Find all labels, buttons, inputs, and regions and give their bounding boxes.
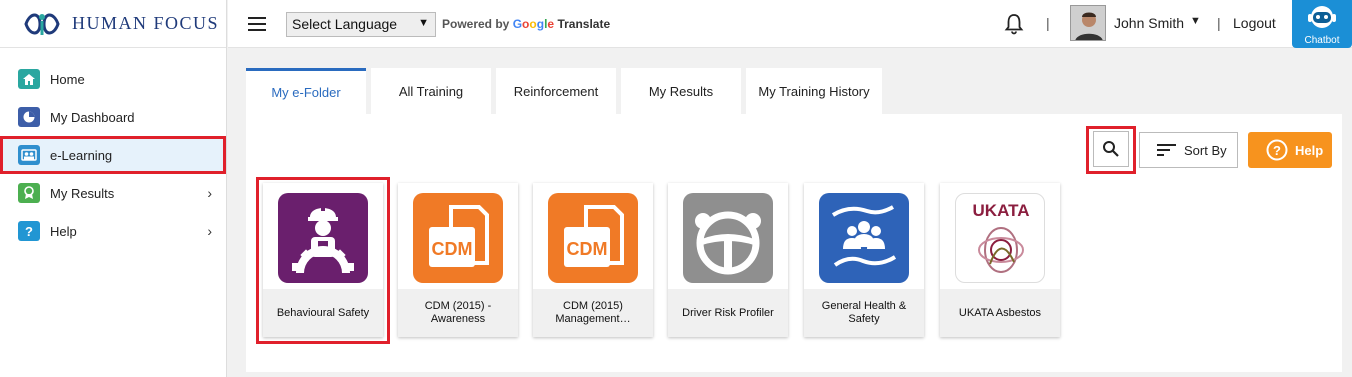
sort-by-label: Sort By xyxy=(1184,142,1227,158)
course-card-driver-risk-profiler[interactable]: Driver Risk Profiler xyxy=(668,183,788,337)
elearning-icon xyxy=(18,145,40,165)
tab-all-training[interactable]: All Training xyxy=(371,68,491,114)
help-button[interactable]: ? Help xyxy=(1248,132,1332,168)
sort-icon xyxy=(1157,144,1176,156)
google-logo-text: Google xyxy=(512,17,555,31)
course-card-cdm-awareness[interactable]: CDM CDM (2015) - Awareness xyxy=(398,183,518,337)
home-icon xyxy=(18,69,40,89)
user-name[interactable]: John Smith xyxy=(1114,15,1184,31)
course-title: CDM (2015) Management… xyxy=(533,289,653,337)
translate-label: Translate xyxy=(557,17,611,31)
sidebar-item-label: Home xyxy=(50,71,85,87)
ukata-badge: UKATA xyxy=(973,201,1030,220)
language-select[interactable]: Select Language ▼ xyxy=(286,12,436,37)
cdm-document-icon: CDM xyxy=(548,193,638,283)
course-card-ukata-asbestos[interactable]: UKATA UKATA Asbestos xyxy=(940,183,1060,337)
language-select-value: Select Language xyxy=(292,16,398,32)
brand-name: HUMAN FOCUS xyxy=(72,13,220,33)
human-focus-logo-icon xyxy=(20,9,64,39)
course-title: CDM (2015) - Awareness xyxy=(398,289,518,337)
course-title: General Health & Safety xyxy=(804,289,924,337)
chevron-right-icon: › xyxy=(207,185,212,201)
cdm-document-icon: CDM xyxy=(413,193,503,283)
cdm-badge: CDM xyxy=(567,239,608,259)
notification-bell-icon[interactable] xyxy=(1004,13,1024,35)
tab-my-training-history[interactable]: My Training History xyxy=(746,68,882,114)
course-title: Driver Risk Profiler xyxy=(668,289,788,337)
chevron-down-icon: ▼ xyxy=(418,17,429,29)
people-hands-icon xyxy=(819,193,909,283)
sidebar: HUMAN FOCUS Home My Dashboard e-Learning… xyxy=(0,0,227,377)
tab-reinforcement[interactable]: Reinforcement xyxy=(496,68,616,114)
avatar[interactable] xyxy=(1070,5,1106,41)
sidebar-item-help[interactable]: ? Help › xyxy=(0,212,226,250)
chatbot-label: Chatbot xyxy=(1304,35,1340,46)
tab-my-results[interactable]: My Results xyxy=(621,68,741,114)
separator: | xyxy=(1217,15,1221,31)
sidebar-nav: Home My Dashboard e-Learning My Results … xyxy=(0,48,226,250)
tab-bar: My e-Folder All Training Reinforcement M… xyxy=(246,68,887,114)
svg-text:?: ? xyxy=(1273,143,1281,158)
search-highlight-box xyxy=(1086,126,1136,174)
ukata-logo-icon: UKATA xyxy=(955,193,1045,283)
brand-logo[interactable]: HUMAN FOCUS xyxy=(0,0,226,48)
question-circle-icon: ? xyxy=(1266,139,1288,161)
top-bar: Select Language ▼ Powered by Google Tran… xyxy=(228,0,1352,48)
user-menu-caret-icon[interactable]: ▼ xyxy=(1190,15,1201,27)
course-title: UKATA Asbestos xyxy=(940,289,1060,337)
sidebar-item-label: My Dashboard xyxy=(50,109,135,125)
chatbot-button[interactable]: Chatbot xyxy=(1292,0,1352,48)
sidebar-item-label: My Results xyxy=(50,185,115,201)
chevron-right-icon: › xyxy=(207,223,212,239)
tab-my-e-folder[interactable]: My e-Folder xyxy=(246,68,366,114)
chatbot-robot-icon xyxy=(1308,6,1336,28)
sidebar-item-home[interactable]: Home xyxy=(0,60,226,98)
separator: | xyxy=(1046,15,1050,31)
help-icon: ? xyxy=(18,221,40,241)
results-icon xyxy=(18,183,40,203)
powered-by-label: Powered by xyxy=(442,17,510,31)
sort-by-button[interactable]: Sort By xyxy=(1139,132,1238,168)
steering-wheel-icon xyxy=(683,193,773,283)
course-card-general-health-safety[interactable]: General Health & Safety xyxy=(804,183,924,337)
help-label: Help xyxy=(1295,142,1324,158)
sidebar-item-my-results[interactable]: My Results › xyxy=(0,174,226,212)
sidebar-item-label: e-Learning xyxy=(50,147,113,163)
sidebar-item-dashboard[interactable]: My Dashboard xyxy=(0,98,226,136)
dashboard-icon xyxy=(18,107,40,127)
hamburger-menu-icon[interactable] xyxy=(248,17,266,31)
sidebar-item-label: Help xyxy=(50,223,77,239)
powered-by-google-translate[interactable]: Powered by Google Translate xyxy=(442,17,610,31)
cdm-badge: CDM xyxy=(432,239,473,259)
sidebar-item-elearning[interactable]: e-Learning xyxy=(0,136,226,174)
course-highlight-box xyxy=(256,177,390,344)
logout-link[interactable]: Logout xyxy=(1233,15,1276,31)
course-card-cdm-management[interactable]: CDM CDM (2015) Management… xyxy=(533,183,653,337)
